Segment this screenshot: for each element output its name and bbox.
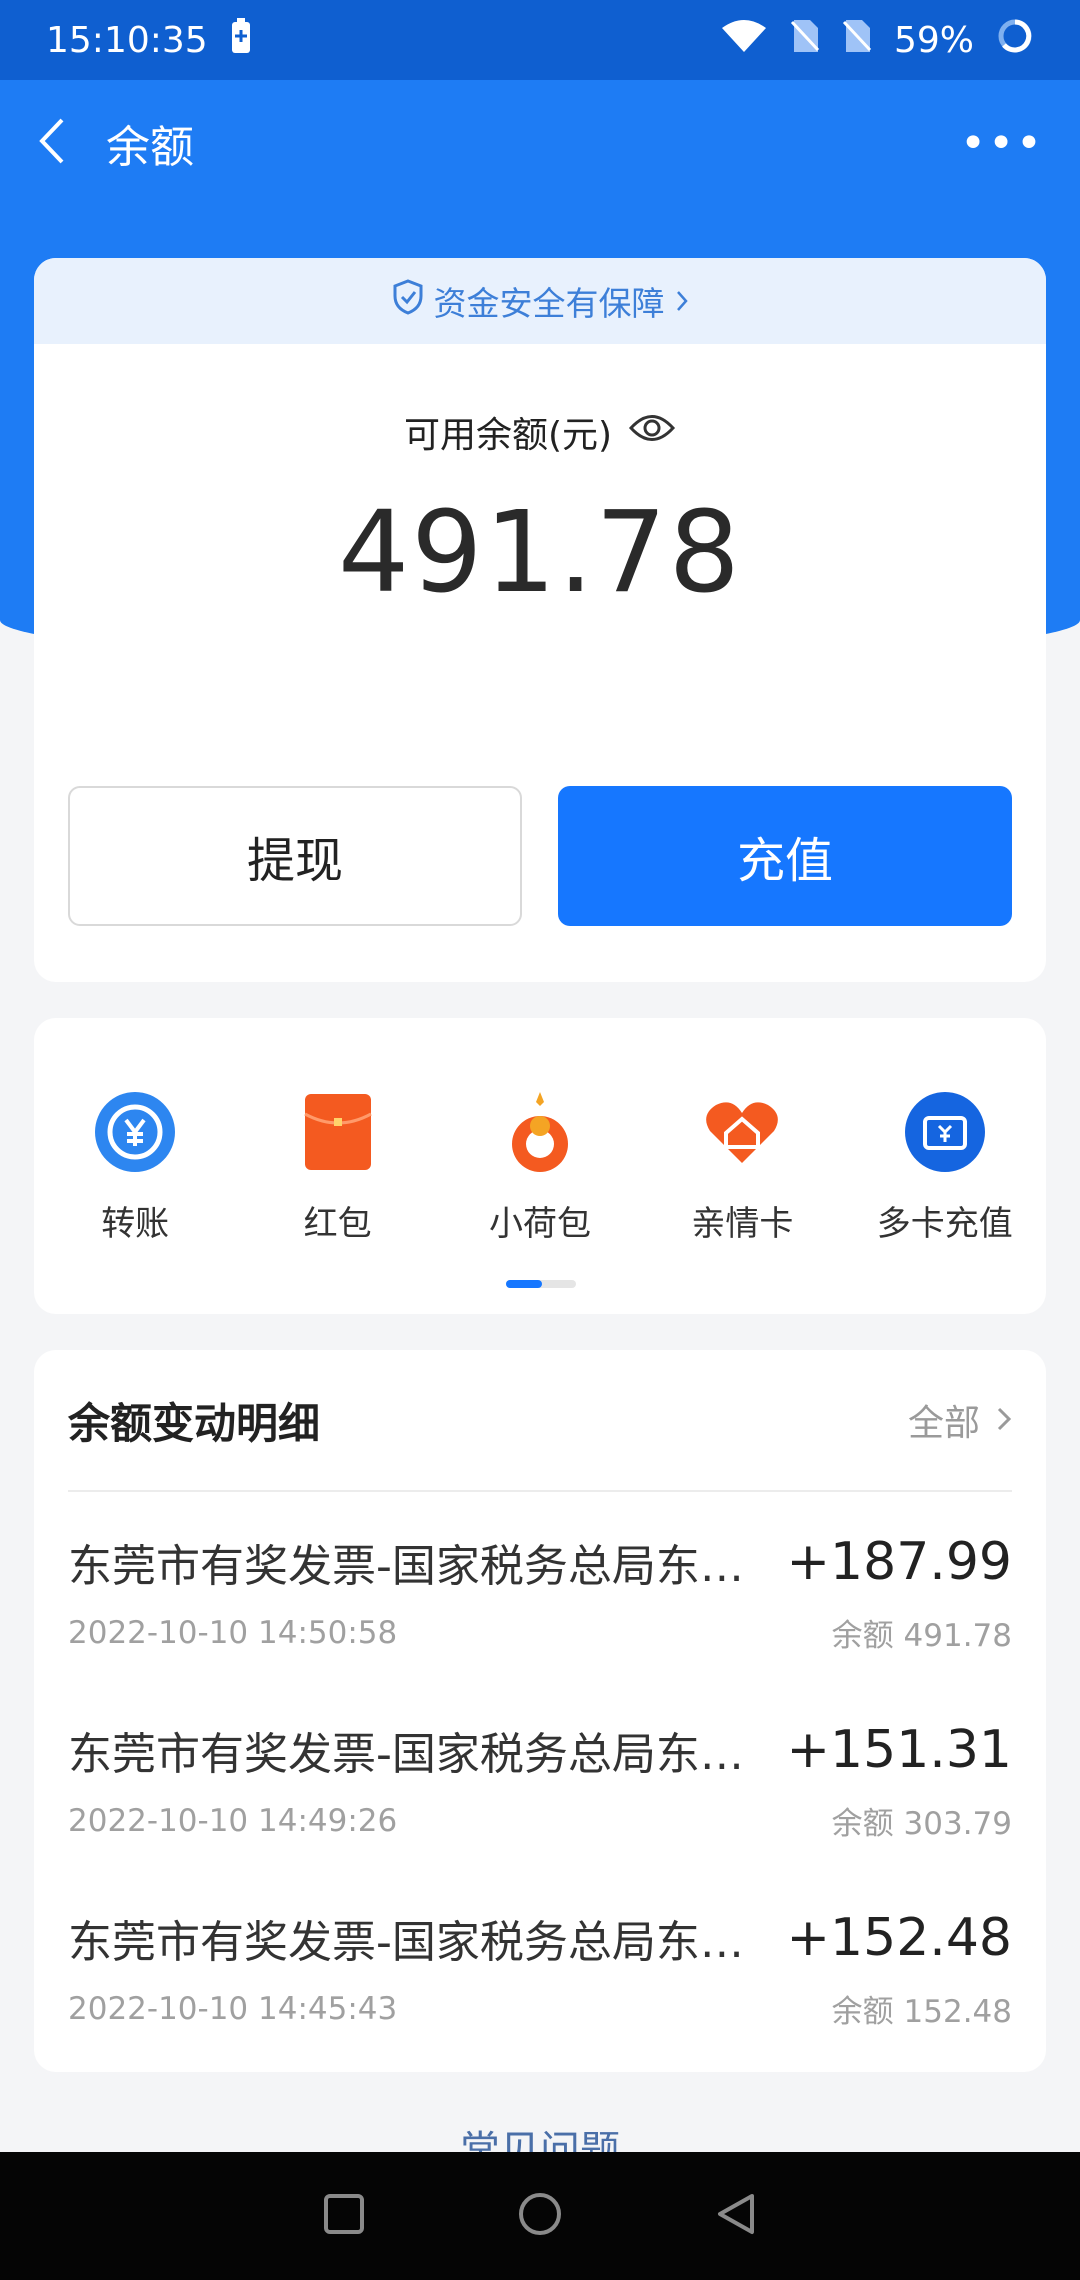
page-indicator-active (506, 1280, 542, 1288)
shortcut-transfer[interactable]: 转账 (35, 1090, 235, 1245)
nav-bar: 余额 ••• (0, 80, 1080, 206)
battery-percent: 59% (893, 19, 974, 61)
shortcut-label: 亲情卡 (691, 1204, 794, 1244)
chevron-right-icon (996, 1400, 1012, 1441)
multi-card-recharge-icon (903, 1090, 987, 1174)
wifi-icon (720, 18, 768, 63)
battery-charging-icon (230, 17, 252, 64)
more-options-icon[interactable]: ••• (960, 118, 1044, 169)
balance-card: 资金安全有保障 可用余额(元) 491.78 提现 充值 (34, 258, 1046, 982)
transaction-time: 2022-10-10 14:49:26 (68, 1802, 398, 1839)
view-all-label: 全部 (907, 1403, 980, 1444)
shortcut-red-envelope[interactable]: 红包 (238, 1090, 438, 1245)
back-nav-icon[interactable] (714, 2192, 758, 2240)
transaction-name: 东莞市有奖发票-国家税务总局东… (68, 1541, 744, 1592)
transaction-balance: 余额 491.78 (831, 1618, 1012, 1654)
view-all-link[interactable]: 全部 (908, 1394, 1012, 1446)
balance-detail-card: 余额变动明细 全部 东莞市有奖发票-国家税务总局东… +187.99 2022-… (34, 1350, 1046, 2072)
shield-icon (392, 279, 424, 323)
home-icon[interactable] (516, 2190, 564, 2242)
shortcut-family-card[interactable]: 亲情卡 (642, 1090, 842, 1245)
transaction-balance: 余额 303.79 (831, 1806, 1012, 1842)
no-sim-icon-2 (842, 18, 872, 63)
transaction-row[interactable]: 东莞市有奖发票-国家税务总局东… +152.48 2022-10-10 14:4… (34, 1868, 1046, 2056)
fund-safety-link[interactable]: 资金安全有保障 (34, 258, 1046, 344)
eye-icon[interactable] (628, 411, 676, 454)
transaction-name: 东莞市有奖发票-国家税务总局东… (68, 1917, 744, 1968)
battery-ring-icon (996, 17, 1034, 64)
balance-label-row: 可用余额(元) (34, 406, 1046, 458)
transaction-amount: +151.31 (786, 1720, 1012, 1780)
available-balance-label: 可用余额(元) (403, 415, 613, 456)
transaction-amount: +152.48 (786, 1908, 1012, 1968)
page-title: 余额 (106, 122, 194, 173)
shortcut-label: 小荷包 (488, 1204, 591, 1244)
small-purse-icon (498, 1090, 582, 1174)
transaction-amount: +187.99 (786, 1532, 1012, 1592)
status-bar: 15:10:35 59% (0, 0, 1080, 80)
transfer-icon (93, 1090, 177, 1174)
back-icon[interactable] (36, 116, 66, 170)
balance-amount: 491.78 (338, 488, 742, 618)
transaction-time: 2022-10-10 14:50:58 (68, 1614, 398, 1651)
shortcut-label: 转账 (101, 1204, 170, 1244)
withdraw-button[interactable]: 提现 (68, 786, 522, 926)
transaction-balance: 余额 152.48 (831, 1994, 1012, 2030)
balance-actions: 提现 充值 (68, 786, 1012, 926)
fund-safety-text: 资金安全有保障 (433, 284, 665, 323)
transaction-row[interactable]: 东莞市有奖发票-国家税务总局东… +187.99 2022-10-10 14:5… (34, 1492, 1046, 1680)
shortcut-label: 红包 (303, 1204, 372, 1244)
shortcut-small-purse[interactable]: 小荷包 (440, 1090, 640, 1245)
chevron-right-icon (675, 282, 689, 321)
system-navigation-bar (0, 2152, 1080, 2280)
status-time: 15:10:35 (46, 19, 208, 61)
recent-apps-icon[interactable] (322, 2192, 366, 2240)
detail-header: 余额变动明细 全部 (34, 1350, 1046, 1490)
shortcut-card: 转账 红包 小荷包 亲情卡 多卡充值 (34, 1018, 1046, 1314)
no-sim-icon (790, 18, 820, 63)
transaction-name: 东莞市有奖发票-国家税务总局东… (68, 1729, 744, 1780)
detail-title: 余额变动明细 (68, 1398, 321, 1448)
shortcut-label: 多卡充值 (876, 1204, 1013, 1244)
recharge-button[interactable]: 充值 (558, 786, 1012, 926)
transaction-time: 2022-10-10 14:45:43 (68, 1990, 398, 2027)
shortcut-list: 转账 红包 小荷包 亲情卡 多卡充值 (34, 1018, 1046, 1245)
red-envelope-icon (296, 1090, 380, 1174)
transaction-row[interactable]: 东莞市有奖发票-国家税务总局东… +151.31 2022-10-10 14:4… (34, 1680, 1046, 1868)
family-card-icon (700, 1090, 784, 1174)
shortcut-multi-card-recharge[interactable]: 多卡充值 (845, 1090, 1045, 1245)
